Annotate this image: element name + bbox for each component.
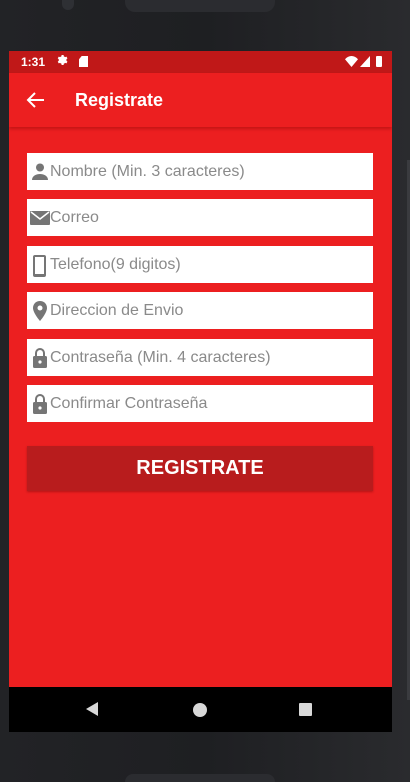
lock-icon	[30, 348, 50, 368]
nav-recents-icon[interactable]	[299, 703, 312, 716]
device-frame: 1:31 Registrate Nombre (Min. 3 caractere…	[0, 0, 410, 782]
nav-home-icon[interactable]	[193, 703, 207, 717]
nombre-input[interactable]	[50, 153, 368, 190]
direccion-input[interactable]	[50, 292, 368, 329]
navigation-bar	[9, 687, 392, 732]
contrasena-input[interactable]	[50, 339, 368, 376]
signal-icon	[360, 56, 370, 70]
contrasena-field[interactable]	[27, 339, 373, 376]
phone-icon	[30, 255, 50, 277]
mail-icon	[30, 208, 50, 228]
nav-back-icon[interactable]	[86, 702, 98, 721]
correo-field[interactable]	[27, 199, 373, 236]
bottom-speaker	[125, 774, 275, 782]
person-icon	[30, 162, 50, 182]
status-bar: 1:31	[9, 51, 392, 73]
app-bar: Registrate	[9, 73, 392, 127]
front-camera	[62, 0, 74, 10]
arrow-back-icon[interactable]	[25, 90, 47, 110]
lock-icon	[30, 394, 50, 414]
telefono-field[interactable]	[27, 246, 373, 283]
correo-input[interactable]	[50, 199, 368, 236]
gear-icon	[56, 54, 68, 69]
sd-card-icon	[79, 56, 88, 67]
battery-icon	[376, 56, 382, 67]
direccion-field[interactable]	[27, 292, 373, 329]
status-time: 1:31	[21, 55, 46, 69]
page-title: Registrate	[75, 90, 164, 110]
confirmar-contrasena-input[interactable]	[50, 385, 368, 422]
registrate-button[interactable]: REGISTRATE	[27, 446, 373, 491]
app-screen: 1:31 Registrate Nombre (Min. 3 caractere…	[9, 51, 392, 732]
earpiece-speaker	[125, 0, 275, 12]
nombre-field[interactable]	[27, 153, 373, 190]
telefono-input[interactable]	[50, 246, 368, 283]
wifi-icon	[345, 56, 358, 70]
location-pin-icon	[30, 301, 50, 321]
confirmar-contrasena-field[interactable]	[27, 385, 373, 422]
